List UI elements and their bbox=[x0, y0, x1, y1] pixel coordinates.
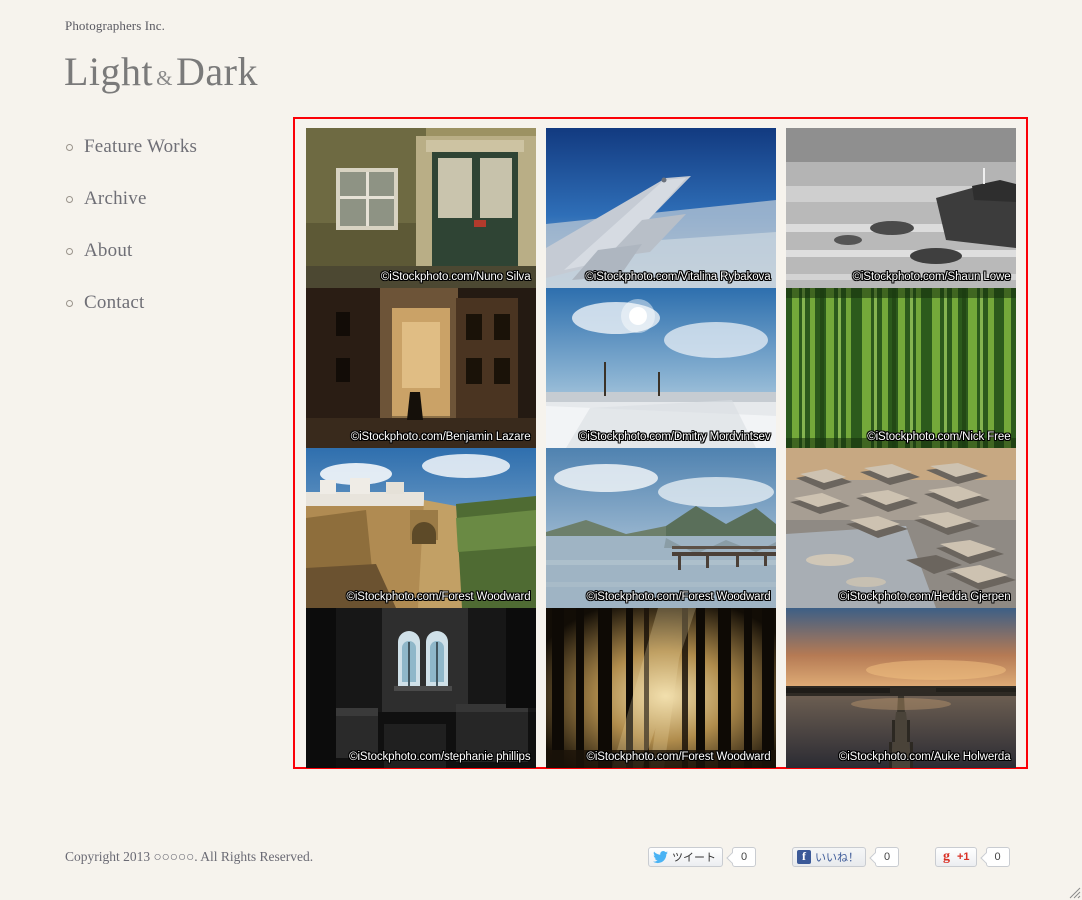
facebook-count[interactable]: 0 bbox=[875, 847, 899, 867]
twitter-share: ツイート 0 bbox=[648, 847, 756, 867]
title-ampersand: & bbox=[156, 66, 174, 90]
photo-caption: ©iStockphoto.com/Auke Holwerda bbox=[838, 751, 1011, 763]
photo-cliffside-town-with-stone-bridge bbox=[305, 448, 536, 608]
nav-label: About bbox=[84, 240, 133, 261]
gallery-item[interactable]: ©iStockphoto.com/Forest Woodward bbox=[545, 608, 776, 768]
resize-grip-icon[interactable] bbox=[1065, 883, 1081, 899]
photo-grid: ©iStockphoto.com/Nuno Silva ©iStockphoto… bbox=[300, 124, 1021, 768]
social-buttons: ツイート 0 f いいね！ 0 g +1 0 bbox=[648, 847, 1010, 867]
nav-item-feature-works[interactable]: Feature Works bbox=[66, 134, 276, 160]
photo-dark-church-interior-stained-glass bbox=[305, 608, 536, 768]
photo-caption: ©iStockphoto.com/Forest Woodward bbox=[346, 591, 531, 603]
photo-caption: ©iStockphoto.com/Forest Woodward bbox=[586, 751, 771, 763]
gallery-item[interactable]: ©iStockphoto.com/Shaun Lowe bbox=[785, 128, 1016, 288]
photo-caption: ©iStockphoto.com/Nick Free bbox=[867, 431, 1011, 443]
facebook-like-button[interactable]: f いいね！ bbox=[792, 847, 866, 867]
photo-cracked-dry-mud-flats-with-water bbox=[785, 448, 1016, 608]
photo-caption: ©iStockphoto.com/stephanie phillips bbox=[349, 751, 531, 763]
twitter-count[interactable]: 0 bbox=[732, 847, 756, 867]
gallery-item[interactable]: ©iStockphoto.com/Dmitry Mordvintsev bbox=[545, 288, 776, 448]
circle-bullet-icon bbox=[66, 143, 73, 151]
photo-sunset-lake-jetty bbox=[785, 608, 1016, 768]
circle-bullet-icon bbox=[66, 195, 73, 203]
photo-caption: ©iStockphoto.com/Forest Woodward bbox=[586, 591, 771, 603]
photo-caption: ©iStockphoto.com/Dmitry Mordvintsev bbox=[578, 431, 771, 443]
photo-narrow-old-town-alley-at-dusk bbox=[305, 288, 536, 448]
google-plus-icon: g bbox=[943, 849, 950, 864]
circle-bullet-icon bbox=[66, 247, 73, 255]
twitter-tweet-button[interactable]: ツイート bbox=[648, 847, 723, 867]
photo-weathered-wall-window-and-green-door bbox=[305, 128, 536, 288]
photo-caption: ©iStockphoto.com/Vitalina Rybakova bbox=[585, 271, 771, 283]
photo-airplane-wing-above-clouds bbox=[545, 128, 776, 288]
page-root: Photographers Inc. Light &Dark Feature Wo… bbox=[0, 0, 1082, 900]
nav-item-archive[interactable]: Archive bbox=[66, 186, 276, 212]
gallery-item[interactable]: ©iStockphoto.com/Benjamin Lazare bbox=[305, 288, 536, 448]
title-word-light: Light bbox=[64, 49, 154, 94]
photo-caption: ©iStockphoto.com/Benjamin Lazare bbox=[350, 431, 531, 443]
gallery-item[interactable]: ©iStockphoto.com/Hedda Gjerpen bbox=[785, 448, 1016, 608]
photo-caption: ©iStockphoto.com/Nuno Silva bbox=[380, 271, 531, 283]
nav-item-contact[interactable]: Contact bbox=[66, 290, 276, 316]
gallery-item[interactable]: ©iStockphoto.com/Forest Woodward bbox=[545, 448, 776, 608]
gallery-item[interactable]: ©iStockphoto.com/Auke Holwerda bbox=[785, 608, 1016, 768]
gallery-item[interactable]: ©iStockphoto.com/Nuno Silva bbox=[305, 128, 536, 288]
photo-mountain-lake-with-wooden-pier bbox=[545, 448, 776, 608]
facebook-label: いいね！ bbox=[815, 852, 859, 864]
gallery-item[interactable]: ©iStockphoto.com/Nick Free bbox=[785, 288, 1016, 448]
main-navigation: Feature Works Archive About Contact bbox=[66, 134, 276, 342]
googleplus-count[interactable]: 0 bbox=[985, 847, 1010, 867]
facebook-f-icon: f bbox=[797, 850, 811, 864]
facebook-share: f いいね！ 0 bbox=[792, 847, 899, 867]
googleplus-plusone-button[interactable]: g +1 bbox=[935, 847, 977, 867]
circle-bullet-icon bbox=[66, 299, 73, 307]
nav-label: Archive bbox=[84, 188, 147, 209]
nav-label: Feature Works bbox=[84, 136, 198, 157]
photo-sun-over-snowy-field bbox=[545, 288, 776, 448]
gallery-item[interactable]: ©iStockphoto.com/Forest Woodward bbox=[305, 448, 536, 608]
nav-item-about[interactable]: About bbox=[66, 238, 276, 264]
googleplus-share: g +1 0 bbox=[935, 847, 1010, 867]
photo-green-bamboo-forest bbox=[785, 288, 1016, 448]
twitter-label: ツイート bbox=[672, 852, 716, 864]
title-word-dark: Dark bbox=[176, 49, 258, 94]
gallery-item[interactable]: ©iStockphoto.com/Vitalina Rybakova bbox=[545, 128, 776, 288]
nav-label: Contact bbox=[84, 292, 145, 313]
copyright-text: Copyright 2013 ○○○○○. All Rights Reserve… bbox=[65, 849, 314, 864]
photo-sunbeams-through-forest-trees bbox=[545, 608, 776, 768]
googleplus-label: +1 bbox=[957, 851, 970, 863]
photo-caption: ©iStockphoto.com/Hedda Gjerpen bbox=[838, 591, 1011, 603]
photo-black-and-white-rocky-coastline bbox=[785, 128, 1016, 288]
photo-gallery: ©iStockphoto.com/Nuno Silva ©iStockphoto… bbox=[293, 117, 1028, 769]
twitter-bird-icon bbox=[653, 850, 668, 863]
page-title: Light &Dark bbox=[64, 48, 258, 95]
brand-eyebrow: Photographers Inc. bbox=[65, 18, 165, 33]
photo-caption: ©iStockphoto.com/Shaun Lowe bbox=[852, 271, 1011, 283]
gallery-item[interactable]: ©iStockphoto.com/stephanie phillips bbox=[305, 608, 536, 768]
